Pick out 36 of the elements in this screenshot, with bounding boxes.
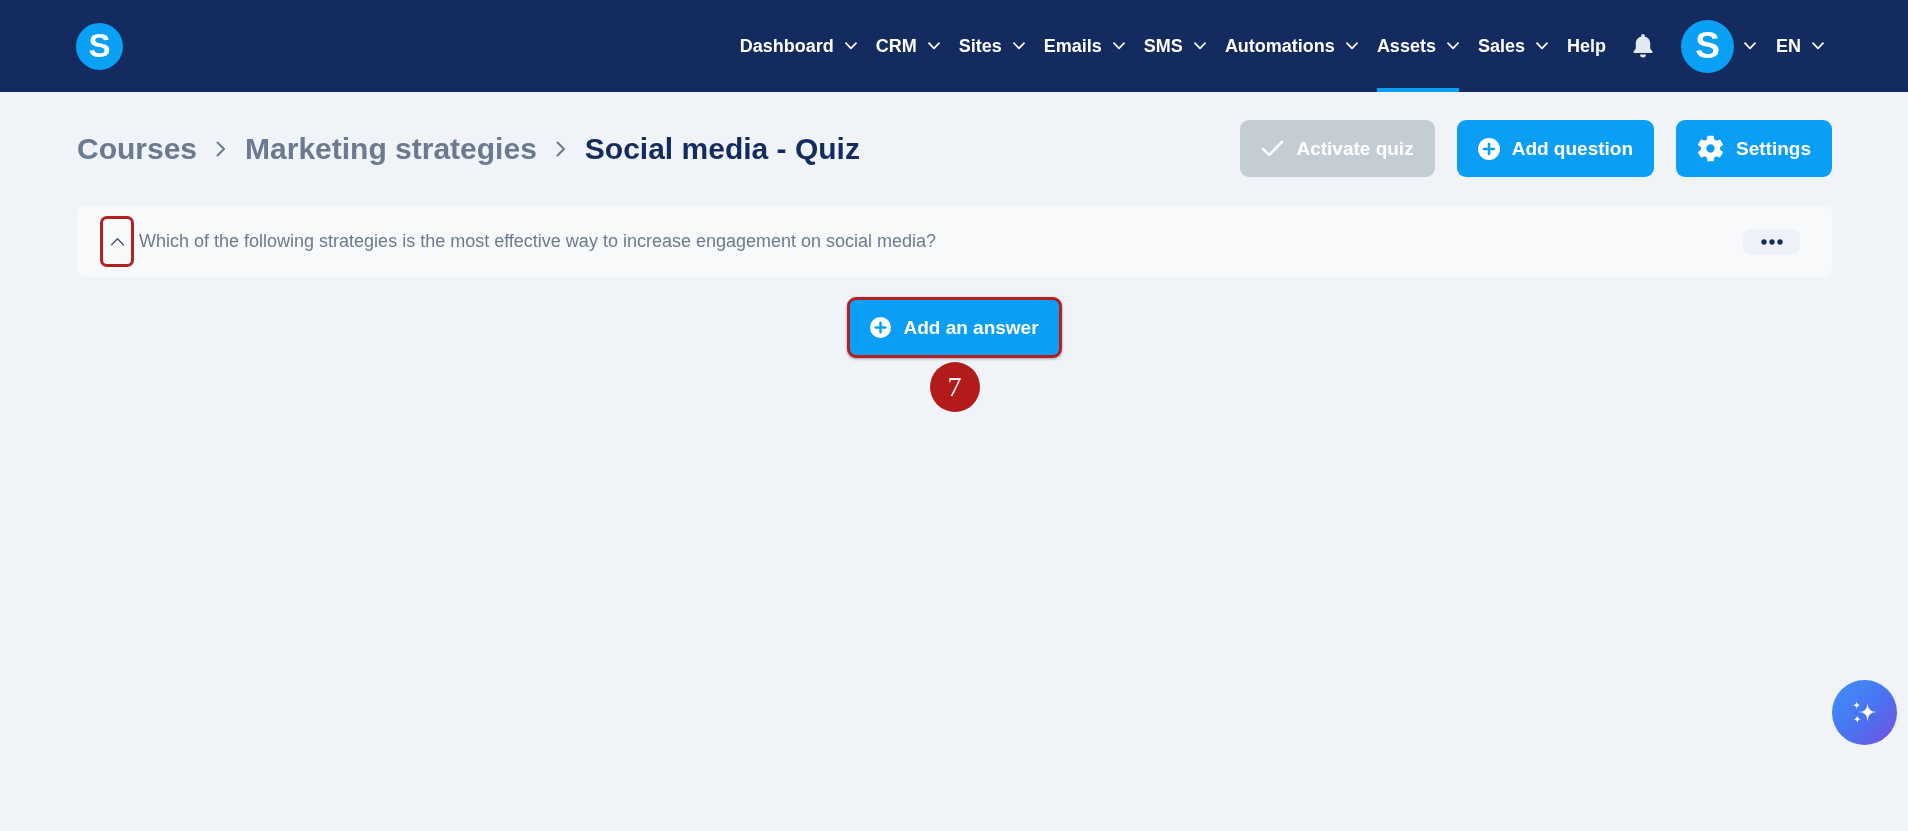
nav-menu-item[interactable]: Sales — [1477, 0, 1548, 92]
nav-menu-item[interactable]: Automations — [1224, 0, 1358, 92]
page-title: Social media - Quiz — [584, 131, 860, 166]
caret-icon — [1535, 42, 1548, 50]
plus-circle-icon — [870, 317, 892, 338]
nav-menu-item[interactable]: CRM — [875, 0, 940, 92]
breadcrumb-link[interactable]: Marketing strategies — [245, 131, 537, 166]
question-text: Which of the following strategies is the most effective way to increase engagement on social media? — [139, 231, 938, 252]
chevron-right-icon — [216, 140, 227, 157]
caret-icon — [844, 42, 857, 50]
nav-menu-item[interactable]: SMS — [1143, 0, 1206, 92]
bell-icon[interactable] — [1631, 33, 1655, 59]
nav-menu-item[interactable]: Emails — [1043, 0, 1125, 92]
nav-menu-item[interactable]: Help — [1566, 0, 1606, 92]
collapse-toggle[interactable] — [100, 216, 134, 267]
check-icon — [1261, 140, 1285, 157]
caret-icon — [1112, 42, 1125, 50]
plus-circle-icon — [1477, 137, 1500, 160]
step-badge: 7 — [929, 362, 980, 412]
nav-menu-item[interactable]: Assets — [1376, 0, 1459, 92]
caret-icon — [1446, 42, 1459, 50]
ellipsis-icon — [1760, 238, 1783, 245]
caret-icon — [1345, 42, 1358, 50]
caret-icon — [1812, 42, 1824, 50]
nav-menu-item[interactable]: Sites — [958, 0, 1025, 92]
gear-icon — [1697, 135, 1725, 162]
chevron-up-icon — [109, 237, 125, 246]
caret-icon — [1012, 42, 1025, 50]
nav-menu-item[interactable]: Dashboard — [739, 0, 857, 92]
more-options-button[interactable] — [1743, 228, 1800, 255]
breadcrumb-link[interactable]: Courses — [77, 131, 198, 166]
caret-icon — [927, 42, 940, 50]
chevron-right-icon — [555, 140, 566, 157]
language-selector[interactable]: EN — [1776, 0, 1824, 92]
caret-icon — [1193, 42, 1206, 50]
caret-icon[interactable] — [1744, 42, 1756, 50]
